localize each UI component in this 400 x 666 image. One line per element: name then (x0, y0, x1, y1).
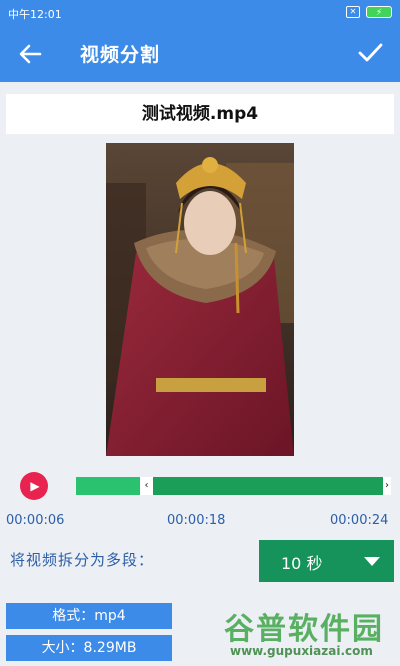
app-bar: 视频分割 (0, 26, 400, 82)
start-time: 00:00:06 (6, 513, 65, 528)
status-time: 中午12:01 (8, 8, 62, 21)
chevron-down-icon (364, 557, 380, 566)
video-frame-image (106, 143, 294, 456)
current-time: 00:00:18 (167, 513, 226, 528)
watermark-text: 谷普软件园 (224, 612, 384, 647)
sim-icon: ✕ (346, 6, 360, 18)
range-start-handle[interactable]: ‹ (142, 477, 151, 495)
status-bar: 中午12:01 ✕ ⚡ (0, 0, 400, 26)
watermark-url: www.gupuxiazai.com (230, 644, 373, 658)
timeline-track[interactable]: ‹ › (76, 477, 391, 495)
split-duration-dropdown[interactable]: 10 秒 (259, 540, 394, 582)
split-label: 将视频拆分为多段： (10, 551, 155, 569)
back-arrow-icon[interactable] (14, 38, 46, 70)
format-info: 格式：mp4 (6, 603, 172, 629)
page-title: 视频分割 (80, 44, 161, 66)
check-icon[interactable] (354, 36, 386, 68)
timeline-selected-range (153, 477, 383, 495)
size-info: 大小：8.29MB (6, 635, 172, 661)
file-name: 测试视频.mp4 (6, 94, 394, 134)
play-icon: ▶ (30, 479, 40, 493)
range-end-handle[interactable]: › (383, 477, 391, 495)
play-button[interactable]: ▶ (20, 472, 48, 500)
battery-charging-icon: ⚡ (366, 6, 392, 18)
end-time: 00:00:24 (330, 513, 389, 528)
timeline-segment-before (76, 477, 140, 495)
status-icons: ✕ ⚡ (346, 6, 392, 18)
watermark-logo: 谷普软件园 www.gupuxiazai.com (216, 600, 400, 666)
video-preview[interactable] (106, 143, 294, 456)
top-bar: 中午12:01 ✕ ⚡ 视频分割 (0, 0, 400, 82)
split-duration-value: 10 秒 (281, 554, 323, 573)
